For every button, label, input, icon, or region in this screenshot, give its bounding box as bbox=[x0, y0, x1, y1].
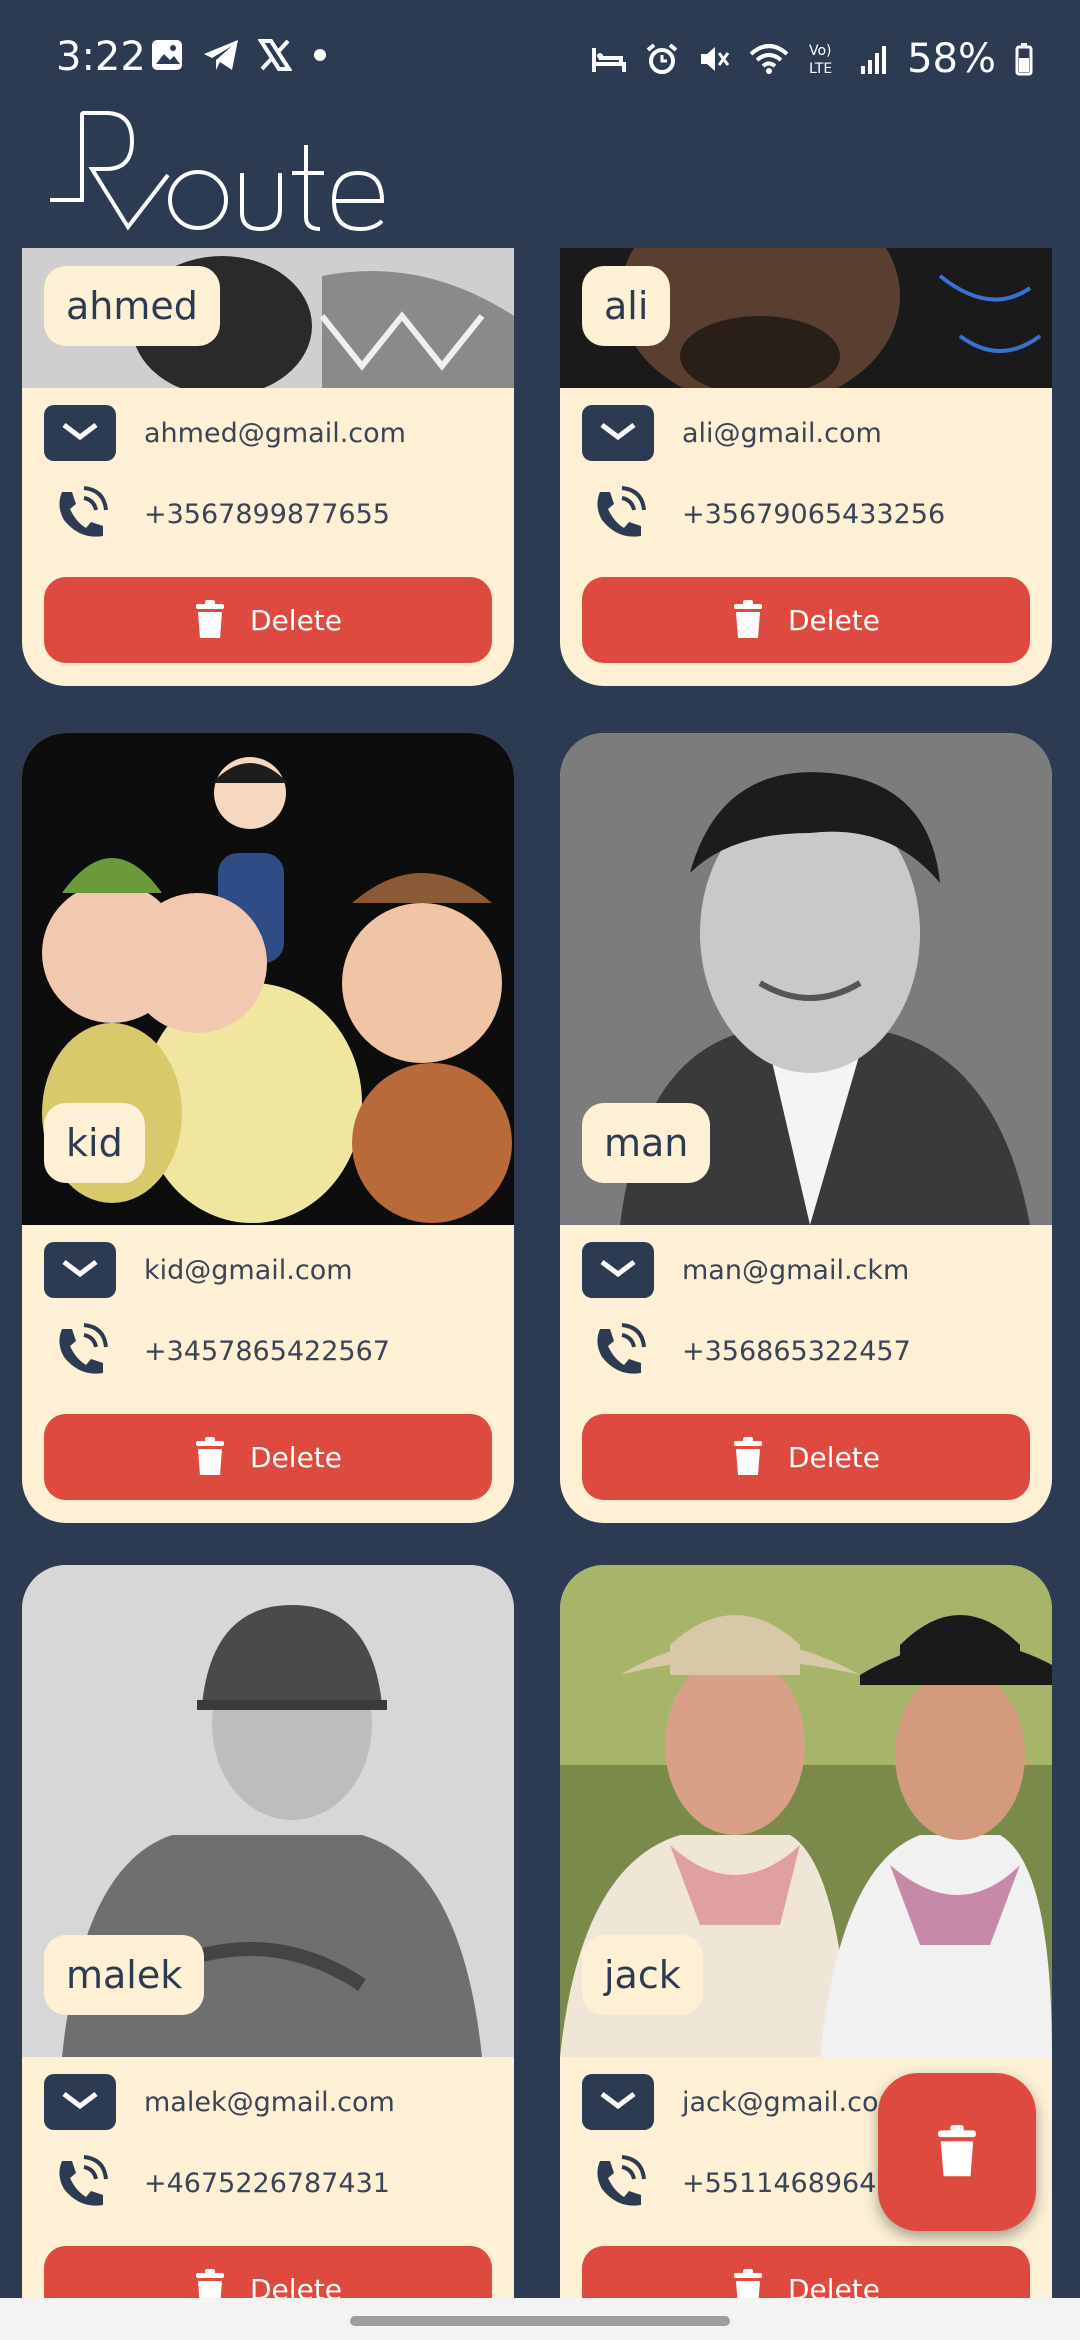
contact-email: malek@gmail.com bbox=[144, 2086, 395, 2118]
svg-text:Vo): Vo) bbox=[809, 43, 832, 59]
mute-icon bbox=[701, 47, 730, 71]
contact-name-badge: ali bbox=[582, 266, 671, 346]
trash-icon bbox=[734, 600, 762, 638]
delete-label: Delete bbox=[788, 1440, 880, 1474]
delete-button[interactable]: Delete bbox=[44, 1414, 492, 1500]
telegram-icon bbox=[204, 40, 238, 70]
phone-icon bbox=[44, 1321, 116, 1381]
email-row: malek@gmail.com bbox=[44, 2074, 395, 2130]
delete-all-fab[interactable] bbox=[878, 2073, 1036, 2231]
contact-card: ali ali@gmail.com +35679065433256 Delete bbox=[560, 248, 1052, 686]
contact-phone: +35679065433256 bbox=[682, 498, 946, 530]
home-handle[interactable] bbox=[350, 2316, 730, 2326]
contact-phone: +55114689642 bbox=[682, 2167, 894, 2199]
trash-icon bbox=[196, 1437, 224, 1475]
volte-icon: Vo) LTE bbox=[809, 43, 832, 77]
phone-row: +55114689642 bbox=[582, 2155, 894, 2211]
trash-icon bbox=[734, 2269, 762, 2298]
delete-label: Delete bbox=[788, 603, 880, 637]
app-logo bbox=[48, 105, 388, 239]
phone-icon bbox=[582, 1321, 654, 1381]
contact-phone: +4675226787431 bbox=[144, 2167, 390, 2199]
phone-row: +35679065433256 bbox=[582, 486, 945, 542]
battery-percent: 58% bbox=[907, 36, 996, 82]
wifi-icon bbox=[749, 44, 789, 74]
phone-row: +3567899877655 bbox=[44, 486, 390, 542]
phone-row: +4675226787431 bbox=[44, 2155, 390, 2211]
email-row: ali@gmail.com bbox=[582, 405, 882, 461]
phone-icon bbox=[582, 2153, 654, 2213]
delete-label: Delete bbox=[250, 2272, 342, 2299]
phone-icon bbox=[44, 2153, 116, 2213]
delete-label: Delete bbox=[788, 2272, 880, 2299]
mail-icon bbox=[44, 405, 116, 461]
contact-card: ahmed ahmed@gmail.com +3567899877655 Del… bbox=[22, 248, 514, 686]
delete-button[interactable]: Delete bbox=[44, 577, 492, 663]
phone-icon bbox=[582, 484, 654, 544]
x-icon bbox=[258, 39, 292, 71]
battery-icon bbox=[1015, 43, 1033, 76]
alarm-icon bbox=[646, 43, 678, 74]
email-row: man@gmail.ckm bbox=[582, 1242, 909, 1298]
trash-icon bbox=[734, 1437, 762, 1475]
contact-card: kid kid@gmail.com +3457865422567 Delete bbox=[22, 733, 514, 1523]
contact-email: ali@gmail.com bbox=[682, 417, 882, 449]
trash-icon bbox=[938, 2125, 976, 2177]
contact-name-badge: jack bbox=[582, 1935, 703, 2015]
delete-button[interactable]: Delete bbox=[582, 2246, 1030, 2298]
dot-icon bbox=[314, 49, 326, 61]
phone-icon bbox=[44, 484, 116, 544]
svg-text:LTE: LTE bbox=[809, 61, 832, 77]
contact-name-badge: man bbox=[582, 1103, 711, 1183]
mail-icon bbox=[44, 1242, 116, 1298]
email-row: ahmed@gmail.com bbox=[44, 405, 406, 461]
signal-icon bbox=[861, 46, 887, 74]
mail-icon bbox=[582, 405, 654, 461]
delete-button[interactable]: Delete bbox=[582, 1414, 1030, 1500]
image-icon bbox=[152, 40, 182, 70]
contact-phone: +3457865422567 bbox=[144, 1335, 390, 1367]
delete-label: Delete bbox=[250, 1440, 342, 1474]
status-bar: 3:22 Vo) LTE 58% bbox=[0, 0, 1080, 115]
contact-phone: +356865322457 bbox=[682, 1335, 911, 1367]
phone-row: +3457865422567 bbox=[44, 1323, 390, 1379]
trash-icon bbox=[196, 2269, 224, 2298]
app-header: 3:22 Vo) LTE 58% bbox=[0, 0, 1080, 248]
bed-icon bbox=[592, 48, 627, 72]
delete-label: Delete bbox=[250, 603, 342, 637]
trash-icon bbox=[196, 600, 224, 638]
contact-name-badge: malek bbox=[44, 1935, 205, 2015]
contacts-grid[interactable]: ahmed ahmed@gmail.com +3567899877655 Del… bbox=[0, 248, 1080, 2298]
contact-email: jack@gmail.con bbox=[682, 2086, 896, 2118]
mail-icon bbox=[582, 1242, 654, 1298]
contact-email: man@gmail.ckm bbox=[682, 1254, 910, 1286]
contact-card: malek malek@gmail.com +4675226787431 Del… bbox=[22, 1565, 514, 2298]
email-row: kid@gmail.com bbox=[44, 1242, 353, 1298]
phone-row: +356865322457 bbox=[582, 1323, 911, 1379]
mail-icon bbox=[44, 2074, 116, 2130]
contact-phone: +3567899877655 bbox=[144, 498, 390, 530]
contact-card: man man@gmail.ckm +356865322457 Delete bbox=[560, 733, 1052, 1523]
delete-button[interactable]: Delete bbox=[582, 577, 1030, 663]
contact-name-badge: kid bbox=[44, 1103, 145, 1183]
email-row: jack@gmail.con bbox=[582, 2074, 896, 2130]
delete-button[interactable]: Delete bbox=[44, 2246, 492, 2298]
contact-name-badge: ahmed bbox=[44, 266, 220, 346]
gesture-nav-bar bbox=[0, 2298, 1080, 2340]
mail-icon bbox=[582, 2074, 654, 2130]
status-time: 3:22 bbox=[56, 34, 146, 80]
contact-email: kid@gmail.com bbox=[144, 1254, 353, 1286]
contact-email: ahmed@gmail.com bbox=[144, 417, 406, 449]
